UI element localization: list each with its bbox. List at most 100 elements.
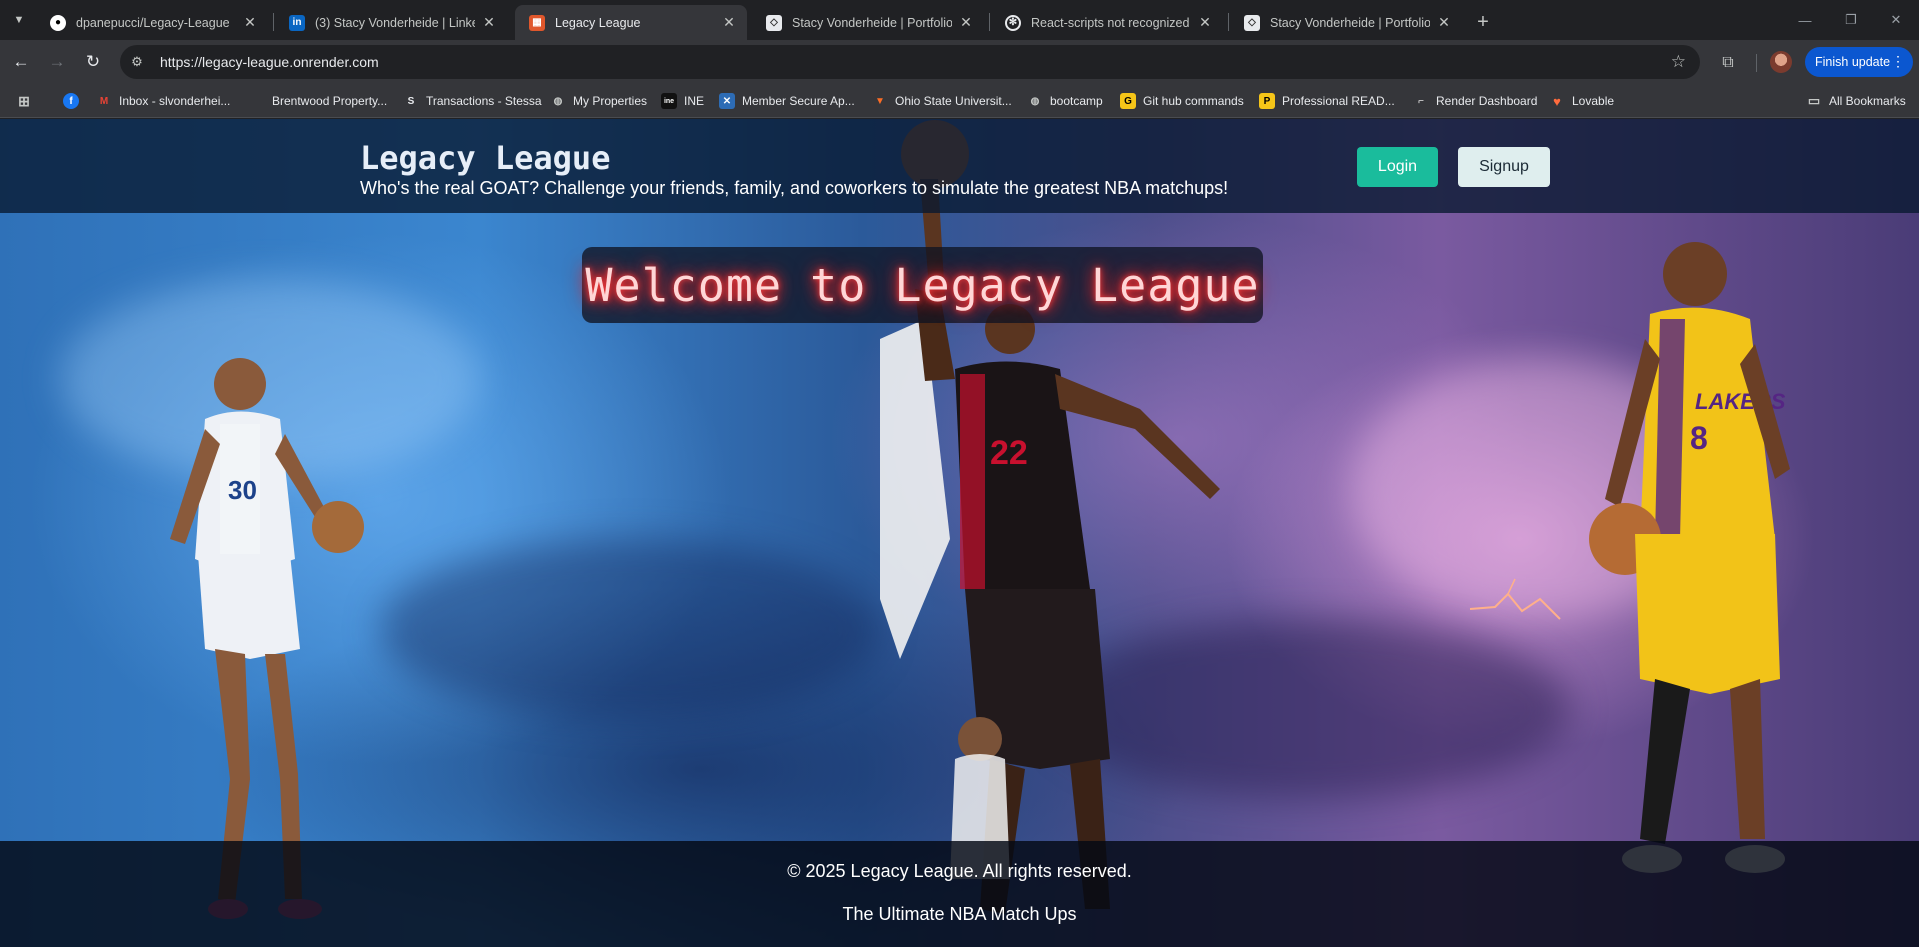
more-vert-icon[interactable]: ⋮ [1891,53,1905,70]
apps-grid-icon[interactable]: ⊞ [16,92,39,110]
stessa-icon: S [407,95,415,107]
bookmark-label: Inbox - slvonderhei... [119,94,231,108]
close-icon[interactable]: ✕ [958,14,974,31]
bookmark-git-hub-commands[interactable]: G Git hub commands [1120,92,1244,110]
globe-icon: ◍ [553,95,563,107]
tab-search-chevron-icon[interactable]: ▼ [8,9,30,31]
render-icon: ⌐ [1418,95,1424,107]
close-icon[interactable]: ✕ [721,14,737,31]
bookmark-label: Transactions - Stessa [426,94,542,108]
bookmark-inbox[interactable]: M Inbox - slvonderhei... [96,92,231,110]
finish-update-label: Finish update [1815,55,1891,69]
tab-title: dpanepucci/Legacy-League [76,15,230,30]
bookmark-render-dashboard[interactable]: ⌐ Render Dashboard [1413,92,1537,110]
all-bookmarks-folder[interactable]: ▭ All Bookmarks [1806,92,1906,110]
bookmark-ohio-state[interactable]: ▼ Ohio State Universit... [872,92,1012,110]
close-icon[interactable]: ✕ [1436,14,1452,31]
player-center-image: 22 [880,120,1220,914]
back-arrow-icon[interactable]: ← [8,49,34,75]
forward-arrow-icon[interactable]: → [44,49,70,75]
bookmark-label: All Bookmarks [1829,94,1906,108]
folder-icon: ▭ [1807,93,1821,108]
tab-github[interactable]: ● dpanepucci/Legacy-League ✕ [36,5,268,40]
tab-divider [1228,13,1229,31]
minimize-icon[interactable]: — [1782,6,1828,34]
bookmark-label: Lovable [1572,94,1615,108]
tab-legacy-league[interactable]: ▦ Legacy League ✕ [515,5,747,40]
tab-portfolio[interactable]: ◇ Stacy Vonderheide | Portfolio ✕ [752,5,984,40]
facebook-icon: f [63,93,79,109]
close-icon[interactable]: ✕ [481,14,497,31]
tab-react-scripts[interactable]: ✻ React-scripts not recognized ✕ [991,5,1223,40]
tab-title: (3) Stacy Vonderheide | LinkedIn [315,15,475,30]
bookmark-label: My Properties [573,94,648,108]
bookmarks-bar: ⊞ f M Inbox - slvonderhei... Brentwood P… [0,84,1919,118]
portfolio-icon: ◇ [1244,14,1260,31]
gh-commands-icon: G [1120,93,1136,109]
tab-title: Stacy Vonderheide | Portfolio [1270,15,1430,30]
new-tab-plus-icon[interactable]: + [1470,9,1496,35]
tab-title: Legacy League [555,15,641,30]
footer-copyright: © 2025 Legacy League. All rights reserve… [787,861,1132,881]
chatgpt-icon: ✻ [1005,14,1021,31]
bookmark-brentwood[interactable]: Brentwood Property... [272,92,387,110]
restore-icon[interactable]: ❐ [1828,6,1874,34]
jersey-number-right: 8 [1690,420,1708,456]
bookmark-label: bootcamp [1050,94,1103,108]
close-icon[interactable]: ✕ [242,14,258,31]
readme-icon: P [1259,93,1275,109]
site-title: Legacy League [360,139,611,177]
bookmark-label: Member Secure Ap... [742,94,855,108]
bookmark-lovable[interactable]: ♥ Lovable [1549,92,1614,110]
github-icon: ● [50,14,66,31]
tab-strip: ▼ ● dpanepucci/Legacy-League ✕ in (3) St… [0,0,1919,40]
tab-divider [273,13,274,31]
finish-update-button[interactable]: Finish update ⋮ [1805,47,1913,77]
extensions-puzzle-icon[interactable]: ⧉ [1716,51,1740,75]
signup-button[interactable]: Signup [1458,147,1550,187]
page-viewport: 30 22 LAKERS 8 Legacy League Who's the r… [0,119,1919,947]
linkedin-icon: in [289,14,305,31]
jersey-number-center: 22 [990,434,1028,472]
welcome-heading: Welcome to Legacy League [585,258,1260,312]
bookmark-member-secure[interactable]: ✕ Member Secure Ap... [719,92,855,110]
close-icon[interactable]: ✕ [1197,14,1213,31]
site-header: Legacy League Who's the real GOAT? Chall… [0,119,1919,213]
bookmark-facebook[interactable]: f [63,92,86,110]
address-bar[interactable]: ⚙ https://legacy-league.onrender.com ☆ [120,45,1700,79]
bookmark-label: Render Dashboard [1436,94,1538,108]
site-info-icon[interactable]: ⚙ [124,49,150,75]
member-icon: ✕ [719,93,735,109]
login-button[interactable]: Login [1357,147,1438,187]
bookmark-star-icon[interactable]: ☆ [1671,52,1686,72]
bookmark-label: Git hub commands [1143,94,1244,108]
welcome-banner: Welcome to Legacy League [582,247,1263,323]
window-close-icon[interactable]: ✕ [1873,6,1919,34]
bookmark-label: Ohio State Universit... [895,94,1012,108]
site-tagline: Who's the real GOAT? Challenge your frie… [360,178,1229,198]
ine-icon: ine [661,93,677,109]
bookmark-professional-readme[interactable]: P Professional READ... [1259,92,1395,110]
tab-title: Stacy Vonderheide | Portfolio [792,15,952,30]
tab-title: React-scripts not recognized [1031,15,1190,30]
url-text[interactable]: https://legacy-league.onrender.com [160,54,379,70]
bookmark-my-properties[interactable]: ◍ My Properties [550,92,647,110]
footer-tagline: The Ultimate NBA Match Ups [842,904,1077,924]
tab-portfolio-2[interactable]: ◇ Stacy Vonderheide | Portfolio ✕ [1230,5,1462,40]
profile-avatar[interactable] [1770,51,1792,73]
site-footer: © 2025 Legacy League. All rights reserve… [0,841,1919,947]
tab-divider [989,13,990,31]
reload-icon[interactable]: ↻ [80,49,106,75]
bookmark-ine[interactable]: ine INE [661,92,704,110]
globe-icon: ◍ [1030,95,1040,107]
bookmark-label: Professional READ... [1282,94,1395,108]
bookmark-stessa[interactable]: S Transactions - Stessa [403,92,542,110]
jersey-number-left: 30 [228,475,257,505]
legacy-league-icon: ▦ [529,14,545,31]
bookmark-bootcamp[interactable]: ◍ bootcamp [1027,92,1103,110]
cloud-decoration [380,539,880,719]
bookmark-label: Brentwood Property... [272,94,388,108]
portfolio-icon: ◇ [766,14,782,31]
tab-linkedin[interactable]: in (3) Stacy Vonderheide | LinkedIn ✕ [275,5,507,40]
browser-toolbar: ← → ↻ ⚙ https://legacy-league.onrender.c… [0,40,1919,84]
